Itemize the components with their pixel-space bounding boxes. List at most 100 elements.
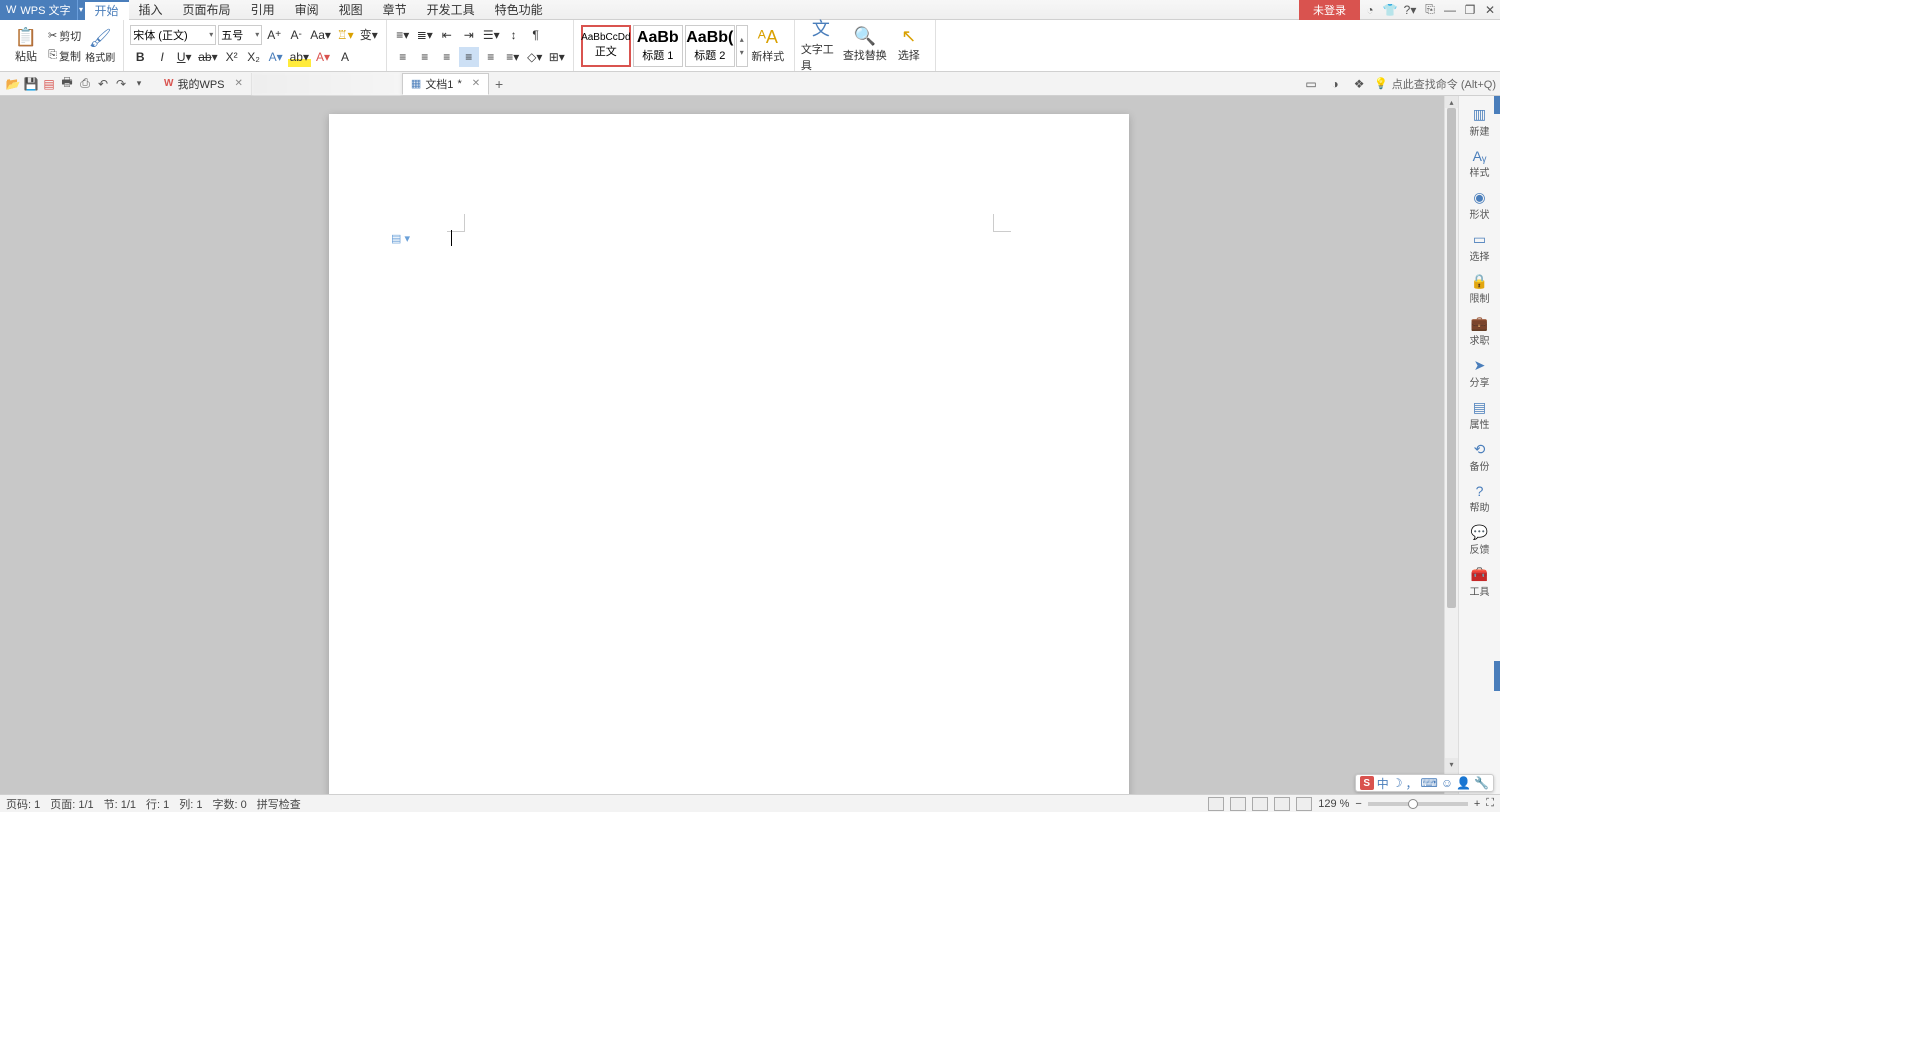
ime-bar[interactable]: S 中 ☽ ， ⌨ ☺ 👤 🔧 <box>1355 774 1494 792</box>
decrease-indent-button[interactable]: ⇤ <box>437 25 457 45</box>
find-replace-button[interactable]: 🔍 查找替换 <box>841 20 889 68</box>
line-spacing-button[interactable]: ≡▾ <box>503 47 523 67</box>
tab-view[interactable]: 视图 <box>329 0 373 20</box>
font-color2-button[interactable]: A▾ <box>313 47 333 67</box>
view-mode-2[interactable] <box>1230 797 1246 811</box>
superscript-button[interactable]: X² <box>222 47 242 67</box>
print-preview-button[interactable]: ⎙ <box>76 75 94 93</box>
italic-button[interactable]: I <box>152 47 172 67</box>
align-left-button[interactable]: ≡ <box>393 47 413 67</box>
bold-button[interactable]: B <box>130 47 150 67</box>
document-area[interactable]: ▤ ▾ <box>0 96 1458 794</box>
tab-start[interactable]: 开始 <box>85 0 129 20</box>
close-tab-icon[interactable]: ✕ <box>472 78 480 89</box>
clothes-icon[interactable]: 👕 <box>1380 0 1400 20</box>
scroll-down-button[interactable]: ▾ <box>1445 758 1458 770</box>
shading-button[interactable]: ◇▾ <box>525 47 545 67</box>
view-mode-4[interactable] <box>1274 797 1290 811</box>
page[interactable]: ▤ ▾ <box>329 114 1129 794</box>
shrink-font-button[interactable]: A- <box>286 25 306 45</box>
side-feedback[interactable]: 💬反馈 <box>1461 520 1499 560</box>
font-size-combo[interactable]: 五号▾ <box>218 25 262 45</box>
qat-dropdown[interactable]: ▾ <box>130 75 148 93</box>
side-slider-mid[interactable] <box>1494 661 1500 691</box>
mode-icon-3[interactable]: ❖ <box>1350 75 1368 93</box>
show-marks-button[interactable]: ¶ <box>526 25 546 45</box>
side-new[interactable]: ▥新建 <box>1461 102 1499 142</box>
tab-review[interactable]: 审阅 <box>285 0 329 20</box>
side-backup[interactable]: ⟲备份 <box>1461 437 1499 477</box>
side-slider-top[interactable] <box>1494 96 1500 114</box>
side-tools[interactable]: 🧰工具 <box>1461 562 1499 602</box>
open-button[interactable]: 📂 <box>4 75 22 93</box>
tab-special[interactable]: 特色功能 <box>485 0 553 20</box>
tab-insert[interactable]: 插入 <box>129 0 173 20</box>
ime-person-icon[interactable]: 👤 <box>1456 776 1471 790</box>
zoom-out-button[interactable]: − <box>1355 798 1361 810</box>
minimize-icon[interactable]: — <box>1440 0 1460 20</box>
sort-button[interactable]: ↕ <box>504 25 524 45</box>
status-page-no[interactable]: 页码: 1 <box>6 796 40 812</box>
login-button[interactable]: 未登录 <box>1299 0 1360 20</box>
view-mode-1[interactable] <box>1208 797 1224 811</box>
doc-tab-mywps[interactable]: W 我的WPS ✕ <box>156 73 252 95</box>
underline-button[interactable]: U▾ <box>174 47 194 67</box>
pin-icon[interactable]: ⎘ <box>1420 0 1440 20</box>
style-heading1[interactable]: AaBb 标题 1 <box>633 25 683 67</box>
increase-indent-button[interactable]: ⇥ <box>459 25 479 45</box>
ime-lang[interactable]: 中 <box>1377 775 1389 792</box>
copy-button[interactable]: ⎘复制 <box>46 46 83 66</box>
status-line[interactable]: 行: 1 <box>146 796 169 812</box>
status-words[interactable]: 字数: 0 <box>213 796 247 812</box>
zoom-knob[interactable] <box>1408 799 1418 809</box>
side-styles[interactable]: Aᵧ样式 <box>1461 144 1499 183</box>
text-tools-button[interactable]: 文 文字工具 <box>801 20 841 68</box>
tab-page-layout[interactable]: 页面布局 <box>173 0 241 20</box>
grow-font-button[interactable]: A+ <box>264 25 284 45</box>
close-tab-icon[interactable]: ✕ <box>235 78 243 89</box>
asian-layout-button[interactable]: ☰▾ <box>481 25 502 45</box>
distribute-button[interactable]: ≡ <box>481 47 501 67</box>
status-section[interactable]: 节: 1/1 <box>104 796 136 812</box>
print-button[interactable]: 🖶 <box>58 75 76 93</box>
ime-keyboard-icon[interactable]: ⌨ <box>1421 776 1438 790</box>
highlight-button[interactable]: ab▾ <box>288 47 311 67</box>
view-mode-3[interactable] <box>1252 797 1268 811</box>
mode-icon-1[interactable]: ▭ <box>1302 75 1320 93</box>
side-shapes[interactable]: ◉形状 <box>1461 185 1499 225</box>
view-mode-5[interactable] <box>1296 797 1312 811</box>
style-normal[interactable]: AaBbCcDd 正文 <box>581 25 631 67</box>
zoom-slider[interactable] <box>1368 802 1468 806</box>
close-icon[interactable]: ✕ <box>1480 0 1500 20</box>
skin-icon[interactable]: ◔ <box>1360 0 1380 20</box>
font-name-combo[interactable]: 宋体 (正文)▾ <box>130 25 216 45</box>
format-painter-button[interactable]: 🖌 格式刷 <box>83 22 117 70</box>
status-page[interactable]: 页面: 1/1 <box>50 796 93 812</box>
paste-button[interactable]: 📋 粘贴 <box>6 22 46 70</box>
save-button[interactable]: 💾 <box>22 75 40 93</box>
ime-comma-icon[interactable]: ， <box>1405 775 1417 792</box>
ime-face-icon[interactable]: ☺ <box>1441 776 1453 790</box>
ime-moon-icon[interactable]: ☽ <box>1392 776 1403 790</box>
fullscreen-button[interactable]: ⛶ <box>1486 797 1494 810</box>
mode-icon-2[interactable]: ◑ <box>1326 75 1344 93</box>
zoom-in-button[interactable]: + <box>1474 798 1480 810</box>
doc-tab-blurred[interactable] <box>252 73 402 95</box>
doc-tab-doc1[interactable]: ▦ 文档1 * ✕ <box>402 73 489 95</box>
justify-button[interactable]: ≡ <box>459 47 479 67</box>
clear-format-button[interactable]: ♖▾ <box>335 25 356 45</box>
app-menu-dropdown[interactable]: ▾ <box>77 0 85 20</box>
status-spell[interactable]: 拼写检查 <box>257 796 301 812</box>
vertical-scrollbar[interactable]: ▴ ▾ ◦ ▾ <box>1444 96 1458 794</box>
side-restrict[interactable]: 🔒限制 <box>1461 269 1499 309</box>
style-heading2[interactable]: AaBb( 标题 2 <box>685 25 735 67</box>
status-col[interactable]: 列: 1 <box>179 796 202 812</box>
side-job[interactable]: 💼求职 <box>1461 311 1499 351</box>
maximize-icon[interactable]: ❐ <box>1460 0 1480 20</box>
redo-button[interactable]: ↷ <box>112 75 130 93</box>
change-case-button[interactable]: Aa▾ <box>308 25 333 45</box>
scroll-thumb[interactable] <box>1447 108 1456 608</box>
align-right-button[interactable]: ≡ <box>437 47 457 67</box>
align-center-button[interactable]: ≡ <box>415 47 435 67</box>
cut-button[interactable]: ✂剪切 <box>46 26 83 46</box>
